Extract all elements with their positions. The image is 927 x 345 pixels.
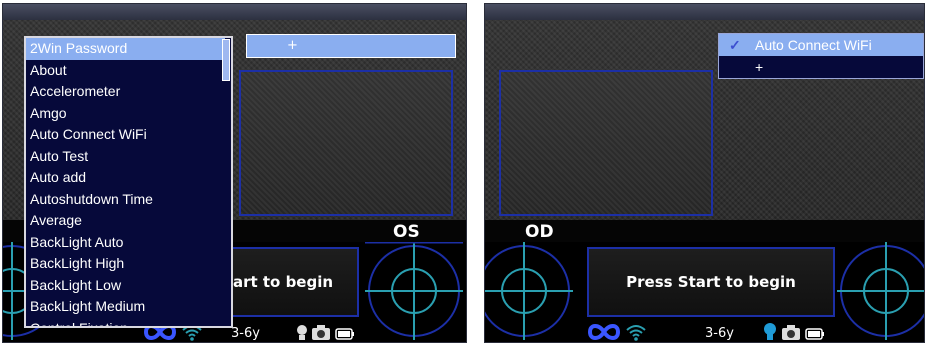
eye-label-os: OS [393, 222, 420, 242]
list-item[interactable]: Auto Connect WiFi [26, 124, 231, 146]
wifi-icon [626, 325, 646, 341]
list-item[interactable]: Amgo [26, 103, 231, 125]
list-item[interactable]: Accelerometer [26, 81, 231, 103]
wifi-dropdown[interactable]: ✓ Auto Connect WiFi + [718, 33, 924, 79]
light-bulb-icon [764, 323, 776, 340]
camera-icon [312, 325, 330, 340]
add-entry-label: + [287, 38, 298, 53]
list-item[interactable]: Average [26, 210, 231, 232]
list-item[interactable]: BackLight Low [26, 275, 231, 297]
list-item[interactable]: About [26, 60, 231, 82]
list-item[interactable]: BackLight Auto [26, 232, 231, 254]
dropdown-item-auto-connect-wifi[interactable]: ✓ Auto Connect WiFi [719, 34, 923, 56]
start-prompt-text: Press Start to begin [626, 273, 796, 291]
start-prompt-text: art to begin [232, 273, 334, 291]
top-bar [3, 4, 466, 20]
device-screen-left: + OS art to begin 3-6y 2Win Password Abo… [2, 3, 467, 343]
list-item[interactable]: Auto add [26, 167, 231, 189]
camera-preview [239, 70, 453, 216]
target-crosshair-left [485, 242, 573, 340]
list-item[interactable]: Auto Test [26, 146, 231, 168]
dropdown-item-label: Auto Connect WiFi [755, 37, 872, 53]
dropdown-item-label: + [755, 59, 764, 75]
top-bar [485, 4, 924, 20]
list-item[interactable]: BackLight High [26, 253, 231, 275]
list-item[interactable]: BackLight Medium [26, 296, 231, 318]
start-prompt: Press Start to begin [587, 247, 835, 317]
list-item[interactable]: 2Win Password [26, 38, 225, 60]
bottom-panel: Press Start to begin 3-6y [485, 242, 924, 342]
infinity-icon [587, 324, 621, 340]
target-crosshair-right [365, 242, 463, 340]
light-bulb-icon [297, 325, 307, 340]
scrollbar-thumb[interactable] [222, 39, 230, 81]
dropdown-item-add[interactable]: + [719, 56, 923, 78]
camera-icon [782, 325, 800, 340]
add-entry-button[interactable]: + [246, 34, 456, 58]
battery-icon [805, 328, 824, 340]
age-range-text: 3-6y [705, 326, 734, 341]
settings-list[interactable]: 2Win Password About Accelerometer Amgo A… [24, 36, 233, 328]
battery-icon [335, 328, 354, 340]
device-screen-right: ✓ Auto Connect WiFi + OD Press Start to … [484, 3, 925, 343]
camera-preview [499, 70, 713, 216]
list-item[interactable]: Control Fixation [26, 318, 231, 327]
checkmark-icon: ✓ [729, 37, 741, 53]
age-range-text: 3-6y [231, 326, 260, 341]
eye-label-od: OD [525, 222, 554, 242]
target-crosshair-right [837, 242, 924, 340]
list-item[interactable]: Autoshutdown Time [26, 189, 231, 211]
